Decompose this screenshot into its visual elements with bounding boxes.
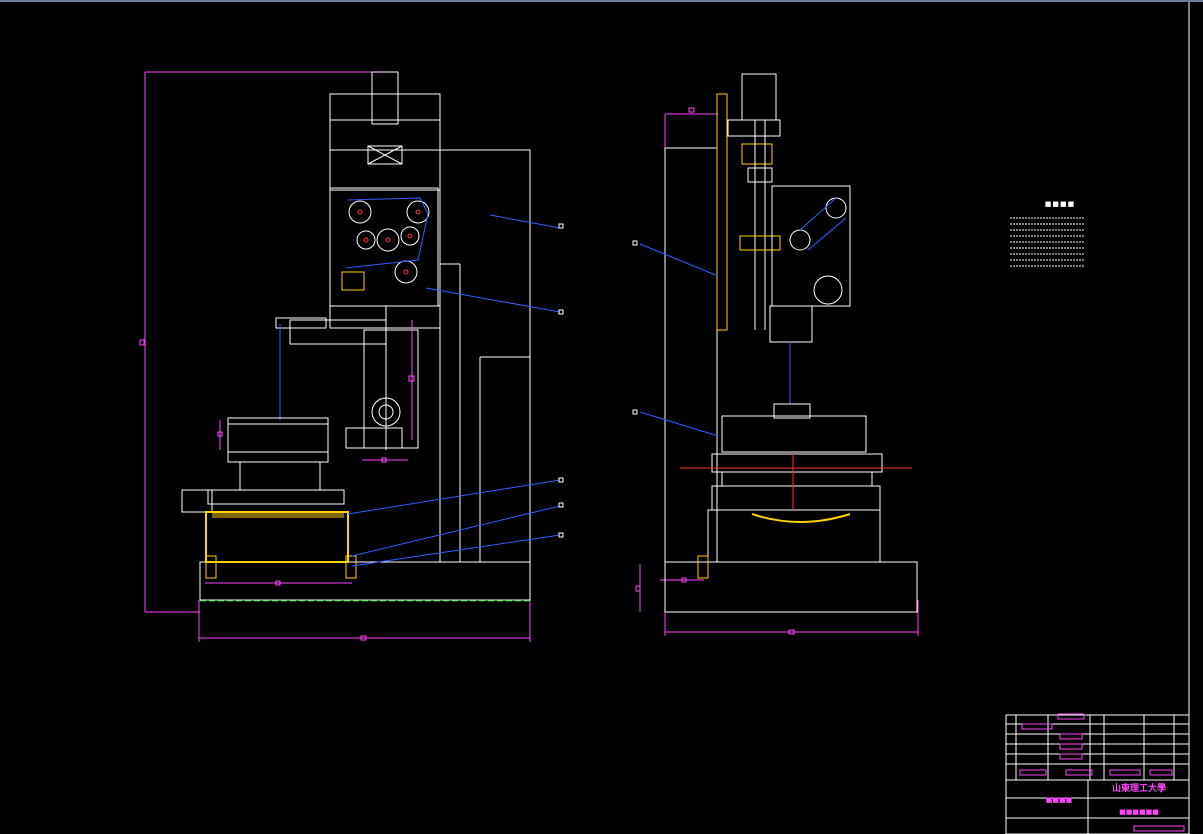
front-table: [227, 417, 329, 453]
front-hatched-base: [205, 511, 349, 563]
front-leader-tags: [558, 223, 564, 538]
title-block-label: ■■■■: [1045, 796, 1073, 804]
side-leader-tags: [632, 240, 638, 415]
cad-drawing-canvas[interactable]: [0, 0, 1203, 834]
title-block-school-name: 山東理工大學: [1111, 784, 1166, 794]
side-column: [664, 147, 718, 563]
front-gearbox: [329, 187, 439, 307]
front-view: [139, 71, 561, 642]
title-block-drawing-name: ■■■■■■: [1119, 808, 1159, 816]
front-column: [439, 149, 531, 563]
front-base: [199, 561, 531, 601]
front-overall-dimension: [139, 71, 531, 642]
side-view: [635, 73, 919, 636]
title-block: [1005, 713, 1190, 834]
front-motor: [371, 71, 399, 125]
side-head: [771, 185, 851, 307]
notes-title: ■■■■: [1044, 200, 1076, 208]
side-base: [664, 561, 918, 613]
side-table: [721, 415, 867, 453]
technical-notes: [1010, 217, 1084, 267]
